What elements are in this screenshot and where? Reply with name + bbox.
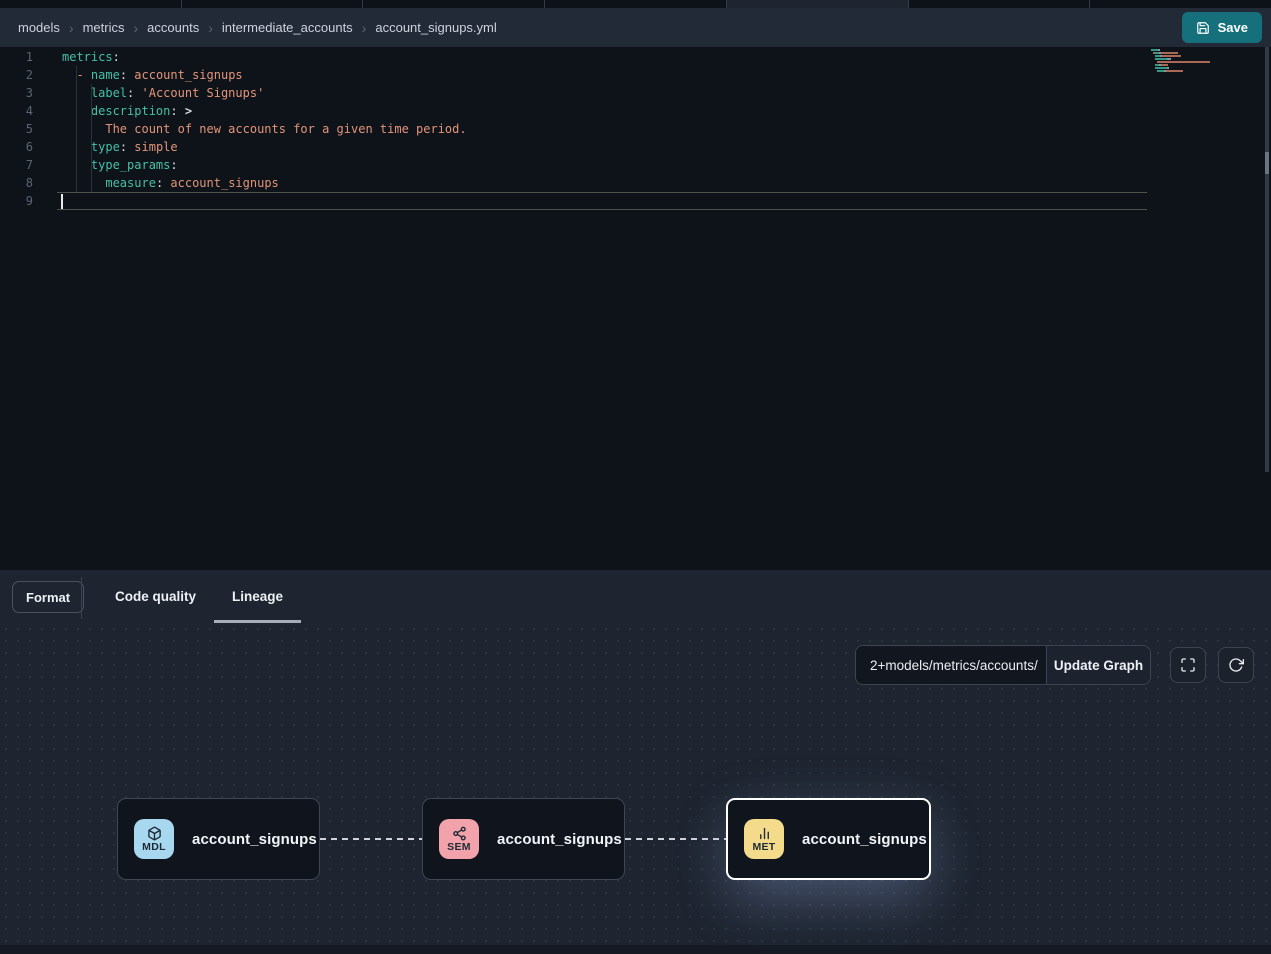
indent-guide xyxy=(91,84,92,192)
refresh-button[interactable] xyxy=(1218,647,1254,683)
breadcrumb-item[interactable]: metrics xyxy=(83,20,125,35)
selector-input[interactable]: 2+models/metrics/accounts/ xyxy=(856,646,1046,684)
code-line[interactable]: 3 label: 'Account Signups' xyxy=(0,84,1147,102)
breadcrumb-chevron-icon: › xyxy=(133,20,138,36)
editor-file-tab[interactable] xyxy=(182,0,364,8)
bar-chart-icon: MET xyxy=(744,819,784,859)
editor-scrollbar-thumb[interactable] xyxy=(1265,152,1269,174)
line-number: 6 xyxy=(0,138,33,156)
breadcrumb-item[interactable]: accounts xyxy=(147,20,199,35)
format-button[interactable]: Format xyxy=(12,581,84,613)
lineage-graph[interactable]: 2+models/metrics/accounts/ Update Graph … xyxy=(0,623,1271,954)
code-line[interactable]: 9 xyxy=(0,192,1147,210)
panel-tabs: Code qualityLineage xyxy=(97,570,301,623)
line-number: 5 xyxy=(0,120,33,138)
fullscreen-button[interactable] xyxy=(1170,647,1206,683)
editor-file-tab[interactable] xyxy=(1090,0,1271,8)
fullscreen-icon xyxy=(1180,657,1196,673)
editor-file-tab[interactable] xyxy=(363,0,545,8)
cube-icon: MDL xyxy=(134,819,174,859)
breadcrumb-chevron-icon: › xyxy=(208,20,213,36)
lineage-node[interactable]: SEM account_signups xyxy=(422,798,625,880)
save-button[interactable]: Save xyxy=(1182,12,1262,43)
tab-code-quality[interactable]: Code quality xyxy=(97,570,214,623)
editor-file-tab[interactable] xyxy=(0,0,182,8)
bottom-panel: Format Code qualityLineage 2+models/metr… xyxy=(0,570,1271,954)
line-number: 8 xyxy=(0,174,33,192)
save-icon xyxy=(1196,21,1210,35)
network-icon: SEM xyxy=(439,819,479,859)
line-number: 1 xyxy=(0,48,33,66)
lineage-edge xyxy=(320,838,422,840)
code-line[interactable]: 4 description: > xyxy=(0,102,1147,120)
code-line[interactable]: 1metrics: xyxy=(0,48,1147,66)
breadcrumb-chevron-icon: › xyxy=(362,20,367,36)
breadcrumb-chevron-icon: › xyxy=(69,20,74,36)
text-cursor xyxy=(61,194,63,209)
selector-group: 2+models/metrics/accounts/ Update Graph xyxy=(855,645,1151,685)
line-number: 7 xyxy=(0,156,33,174)
header-divider xyxy=(81,577,82,619)
node-label: account_signups xyxy=(497,831,622,848)
lineage-node[interactable]: MET account_signups xyxy=(726,798,931,880)
editor-file-tab[interactable] xyxy=(909,0,1091,8)
line-number: 3 xyxy=(0,84,33,102)
line-number: 2 xyxy=(0,66,33,84)
node-label: account_signups xyxy=(192,831,317,848)
code-editor[interactable]: 1metrics:2 - name: account_signups3 labe… xyxy=(0,47,1271,570)
code-line[interactable]: 8 measure: account_signups xyxy=(0,174,1147,192)
save-button-label: Save xyxy=(1218,20,1248,35)
code-line[interactable]: 6 type: simple xyxy=(0,138,1147,156)
breadcrumb-item[interactable]: intermediate_accounts xyxy=(222,20,353,35)
lineage-edge xyxy=(625,838,726,840)
node-label: account_signups xyxy=(802,831,927,848)
minimap[interactable] xyxy=(1151,49,1213,76)
lineage-node[interactable]: MDL account_signups xyxy=(117,798,320,880)
update-graph-button[interactable]: Update Graph xyxy=(1046,646,1150,684)
refresh-icon xyxy=(1228,657,1244,673)
code-line[interactable]: 7 type_params: xyxy=(0,156,1147,174)
editor-file-tab[interactable] xyxy=(727,0,909,8)
code-line[interactable]: 5 The count of new accounts for a given … xyxy=(0,120,1147,138)
breadcrumb-item[interactable]: account_signups.yml xyxy=(375,20,496,35)
line-number: 4 xyxy=(0,102,33,120)
editor-file-tab[interactable] xyxy=(545,0,727,8)
panel-bottom-strip xyxy=(0,945,1271,954)
breadcrumb: models › metrics › accounts › intermediate_acc… xyxy=(18,20,497,36)
tab-lineage[interactable]: Lineage xyxy=(214,570,301,623)
breadcrumb-bar: models › metrics › accounts › intermediate_acc… xyxy=(0,8,1271,47)
indent-guide xyxy=(76,66,77,192)
breadcrumb-item[interactable]: models xyxy=(18,20,60,35)
editor-scrollbar[interactable] xyxy=(1265,47,1269,472)
ide-window: models › metrics › accounts › intermediate_acc… xyxy=(0,0,1271,954)
line-number: 9 xyxy=(0,192,33,210)
top-tab-strip xyxy=(0,0,1271,8)
code-lines: 1metrics:2 - name: account_signups3 labe… xyxy=(0,48,1147,210)
panel-header: Format Code qualityLineage xyxy=(0,570,1271,623)
code-line[interactable]: 2 - name: account_signups xyxy=(0,66,1147,84)
